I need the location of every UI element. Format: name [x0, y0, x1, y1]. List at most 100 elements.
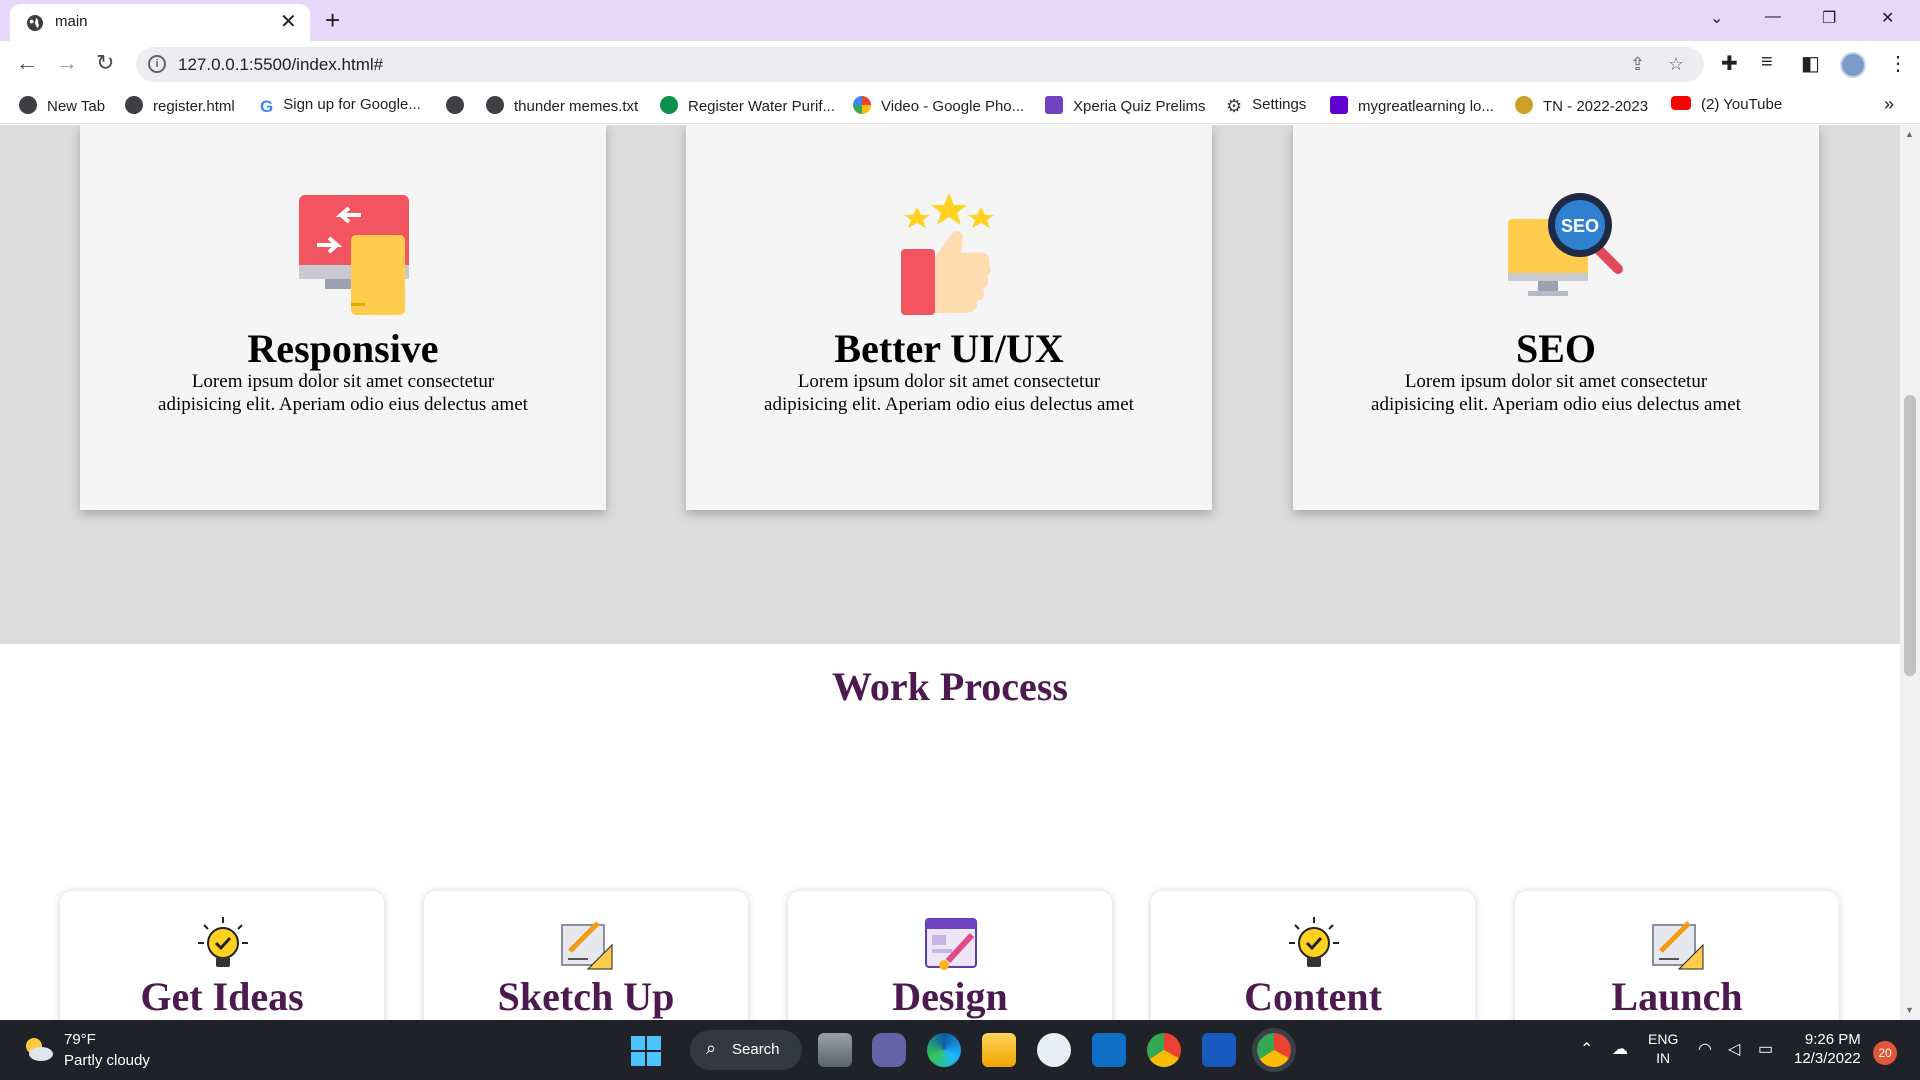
battery-icon[interactable]: ▭ — [1758, 1039, 1773, 1059]
bookmarks-bar: New Tab register.html G Sign up for Googl… — [0, 88, 1920, 124]
feature-card: SEO SEO Lorem ipsum dolor sit amet conse… — [1293, 125, 1819, 510]
menu-kebab-icon[interactable]: ⋮ — [1888, 51, 1908, 76]
forms-icon — [1045, 96, 1063, 114]
seo-magnifier-icon: SEO — [1508, 193, 1623, 296]
seo-icon-label: SEO — [1561, 216, 1599, 236]
feature-text: Lorem ipsum dolor sit amet consectetur a… — [158, 371, 528, 415]
back-icon[interactable]: ← — [16, 51, 38, 75]
wifi-icon[interactable]: ◠ — [1698, 1039, 1712, 1059]
app-store-icon[interactable] — [1037, 1033, 1071, 1067]
page-scrollbar[interactable]: ▲ ▼ — [1900, 125, 1920, 1020]
bookmark-star-icon[interactable]: ☆ — [1668, 54, 1684, 75]
taskbar: 79°F Partly cloudy ⌕ Search ⌃ ☁ ENG IN ◠… — [0, 1020, 1920, 1080]
clock[interactable]: 9:26 PM 12/3/2022 — [1794, 1030, 1861, 1068]
process-card: Get Ideas — [60, 891, 384, 1020]
work-process-title: Work Process — [832, 664, 1068, 709]
reload-icon[interactable]: ↻ — [96, 51, 114, 75]
google-icon: G — [260, 97, 274, 116]
process-label: Design — [892, 974, 1008, 1019]
ac-icon — [660, 96, 678, 114]
process-card: Sketch Up — [424, 891, 748, 1020]
chrome-icon[interactable] — [1147, 1033, 1181, 1067]
tab-close-icon[interactable]: ✕ — [280, 11, 297, 33]
side-panel-icon[interactable]: ◧ — [1801, 51, 1820, 76]
bookmark-item[interactable]: Xperia Quiz Prelims — [1045, 96, 1206, 115]
browser-tab-strip: main ✕ + ⌄ — ❐ ✕ — [0, 0, 1920, 41]
url-text[interactable]: 127.0.0.1:5500/index.html# — [178, 55, 383, 75]
features-section: Responsive Lorem ipsum dolor sit amet co… — [0, 125, 1900, 644]
feature-text: Lorem ipsum dolor sit amet consectetur a… — [764, 371, 1134, 415]
onedrive-icon[interactable]: ☁ — [1612, 1039, 1628, 1059]
weather-description[interactable]: Partly cloudy — [64, 1052, 150, 1069]
page-viewport: Responsive Lorem ipsum dolor sit amet co… — [0, 125, 1900, 1020]
minimize-button[interactable]: — — [1765, 8, 1781, 26]
thumbs-up-stars-icon — [901, 193, 994, 315]
start-button[interactable] — [631, 1036, 661, 1066]
share-icon[interactable]: ⇪ — [1630, 54, 1645, 75]
word-icon[interactable] — [1202, 1033, 1236, 1067]
youtube-icon — [1671, 96, 1691, 110]
feature-card: Responsive Lorem ipsum dolor sit amet co… — [80, 125, 606, 510]
extensions-icon[interactable]: ✚ — [1721, 51, 1738, 76]
scrollbar-thumb[interactable] — [1904, 395, 1916, 676]
process-card: Design — [788, 891, 1112, 1020]
restore-button[interactable]: ❐ — [1822, 8, 1836, 28]
feature-text: Lorem ipsum dolor sit amet consectetur a… — [1371, 371, 1741, 415]
sketch-ruler-icon — [561, 921, 613, 970]
file-explorer-icon[interactable] — [982, 1033, 1016, 1067]
input-language[interactable]: ENG IN — [1648, 1030, 1678, 1068]
teams-chat-icon[interactable] — [872, 1033, 906, 1067]
bookmark-item[interactable]: G Sign up for Google... — [260, 96, 421, 116]
clock-date: 12/3/2022 — [1794, 1050, 1861, 1067]
bookmark-item[interactable]: New Tab — [19, 96, 105, 115]
process-card: Launch — [1515, 891, 1839, 1020]
bookmark-item[interactable]: mygreatlearning lo... — [1330, 96, 1494, 115]
forward-icon[interactable]: → — [56, 51, 78, 75]
partly-cloudy-icon — [26, 1038, 53, 1061]
vscode-icon[interactable] — [1092, 1033, 1126, 1067]
bookmark-item[interactable]: Register Water Purif... — [660, 96, 835, 115]
chrome-active-icon[interactable] — [1257, 1033, 1291, 1067]
bookmark-item[interactable] — [446, 96, 474, 115]
task-view-icon[interactable] — [818, 1033, 852, 1067]
weather-temperature[interactable]: 79°F — [64, 1031, 96, 1048]
site-info-icon[interactable]: i — [148, 55, 166, 73]
media-controls-icon[interactable]: ≡ — [1761, 51, 1773, 74]
globe-icon — [19, 96, 37, 114]
tray-overflow-icon[interactable]: ⌃ — [1580, 1039, 1593, 1059]
browser-toolbar: ← → ↻ i 127.0.0.1:5500/index.html# ⇪ ☆ — [0, 41, 1920, 88]
scroll-up-icon[interactable]: ▲ — [1905, 129, 1914, 139]
taskbar-search[interactable]: ⌕ Search — [690, 1030, 802, 1070]
process-label: Launch — [1611, 974, 1743, 1019]
new-tab-button[interactable]: + — [325, 6, 340, 34]
tab-search-icon[interactable]: ⌄ — [1710, 8, 1723, 28]
feature-title: Better UI/UX — [834, 326, 1064, 371]
feature-title: SEO — [1515, 326, 1597, 371]
bookmarks-overflow-icon[interactable]: » — [1884, 94, 1894, 115]
scroll-down-icon[interactable]: ▼ — [1905, 1005, 1914, 1015]
globe-icon — [27, 15, 43, 31]
volume-icon[interactable]: ◁ — [1728, 1039, 1740, 1059]
design-brush-icon — [925, 918, 977, 970]
tab-title: main — [55, 13, 88, 30]
address-bar[interactable]: i 127.0.0.1:5500/index.html# ⇪ ☆ — [136, 47, 1704, 82]
yahoo-icon — [1330, 96, 1348, 114]
process-label: Sketch Up — [497, 974, 675, 1019]
profile-avatar[interactable] — [1840, 52, 1866, 78]
feature-card: Better UI/UX Lorem ipsum dolor sit amet … — [686, 125, 1212, 510]
bookmark-item[interactable]: Video - Google Pho... — [853, 96, 1024, 115]
bookmark-item[interactable]: TN - 2022-2023 — [1515, 96, 1648, 115]
bookmark-item[interactable]: thunder memes.txt — [486, 96, 638, 115]
edge-browser-icon[interactable] — [927, 1033, 961, 1067]
close-window-button[interactable]: ✕ — [1881, 8, 1894, 28]
responsive-devices-icon — [299, 195, 409, 315]
notification-badge[interactable]: 20 — [1873, 1041, 1897, 1065]
lightbulb-icon — [198, 917, 248, 967]
globe-icon — [446, 96, 464, 114]
bookmark-item[interactable]: (2) YouTube — [1671, 96, 1782, 113]
bookmark-item[interactable]: ⚙ Settings — [1226, 96, 1306, 116]
feature-title: Responsive — [247, 326, 439, 371]
process-label: Content — [1244, 974, 1382, 1019]
browser-tab[interactable]: main ✕ — [10, 4, 310, 41]
bookmark-item[interactable]: register.html — [125, 96, 235, 115]
